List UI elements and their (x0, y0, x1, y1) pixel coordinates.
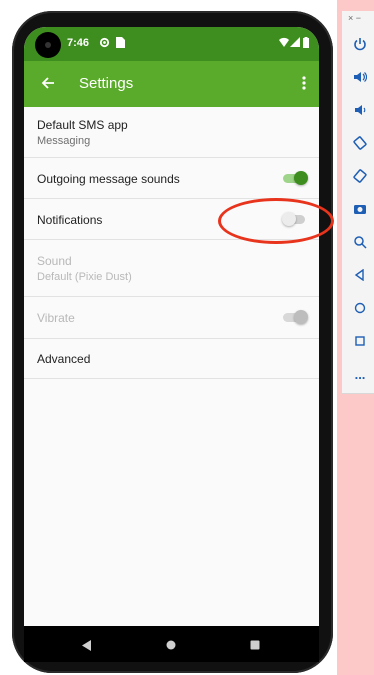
navigation-bar (24, 626, 319, 662)
wifi-icon (279, 37, 289, 50)
sound-label: Sound (37, 254, 72, 268)
advanced-label: Advanced (37, 352, 91, 366)
default-sms-app-value: Messaging (37, 135, 91, 147)
power-icon[interactable] (351, 35, 369, 53)
front-camera (35, 32, 61, 58)
more-label: ... (354, 366, 366, 382)
window-controls[interactable]: × − (348, 13, 361, 23)
page-title: Settings (79, 75, 134, 92)
annotation-circle (218, 198, 334, 244)
default-sms-app-label: Default SMS app (37, 118, 128, 132)
back-icon[interactable] (351, 266, 369, 284)
home-icon[interactable] (351, 299, 369, 317)
vibrate-label: Vibrate (37, 311, 75, 325)
back-arrow-icon[interactable] (36, 72, 60, 96)
nav-overview-icon[interactable] (244, 634, 266, 656)
notifications-label: Notifications (37, 213, 103, 227)
zoom-icon[interactable] (351, 233, 369, 251)
phone-screen: 7:46 Settings Default SMS app Messaging (24, 27, 319, 654)
volume-down-icon[interactable] (351, 101, 369, 119)
rotate-left-icon[interactable] (351, 134, 369, 152)
outgoing-sounds-label: Outgoing message sounds (37, 172, 180, 186)
vibrate-toggle (282, 308, 308, 326)
battery-icon (303, 37, 309, 51)
camera-icon[interactable] (351, 200, 369, 218)
overview-icon[interactable] (351, 332, 369, 350)
outgoing-sounds-toggle[interactable] (282, 169, 308, 187)
nav-back-icon[interactable] (76, 634, 98, 656)
more-icon[interactable]: ... (351, 365, 369, 383)
status-bar: 7:46 (24, 27, 319, 61)
rotate-right-icon[interactable] (351, 167, 369, 185)
advanced-row[interactable]: Advanced (24, 339, 319, 379)
gear-icon (99, 37, 110, 51)
toggle-thumb (294, 310, 308, 324)
signal-icon (290, 37, 300, 50)
app-bar: Settings (24, 61, 319, 107)
nav-home-icon[interactable] (160, 634, 182, 656)
toggle-thumb (294, 171, 308, 185)
vibrate-row: Vibrate (24, 297, 319, 339)
emulator-toolbar: × − ... (341, 11, 374, 394)
default-sms-app-row[interactable]: Default SMS app Messaging (24, 107, 319, 158)
volume-up-icon[interactable] (351, 68, 369, 86)
status-time: 7:46 (67, 37, 90, 49)
sound-value: Default (Pixie Dust) (37, 271, 132, 283)
sim-card-icon (116, 37, 125, 51)
outgoing-sounds-row[interactable]: Outgoing message sounds (24, 158, 319, 199)
sound-row: Sound Default (Pixie Dust) (24, 240, 319, 297)
more-vert-icon[interactable] (294, 72, 314, 96)
